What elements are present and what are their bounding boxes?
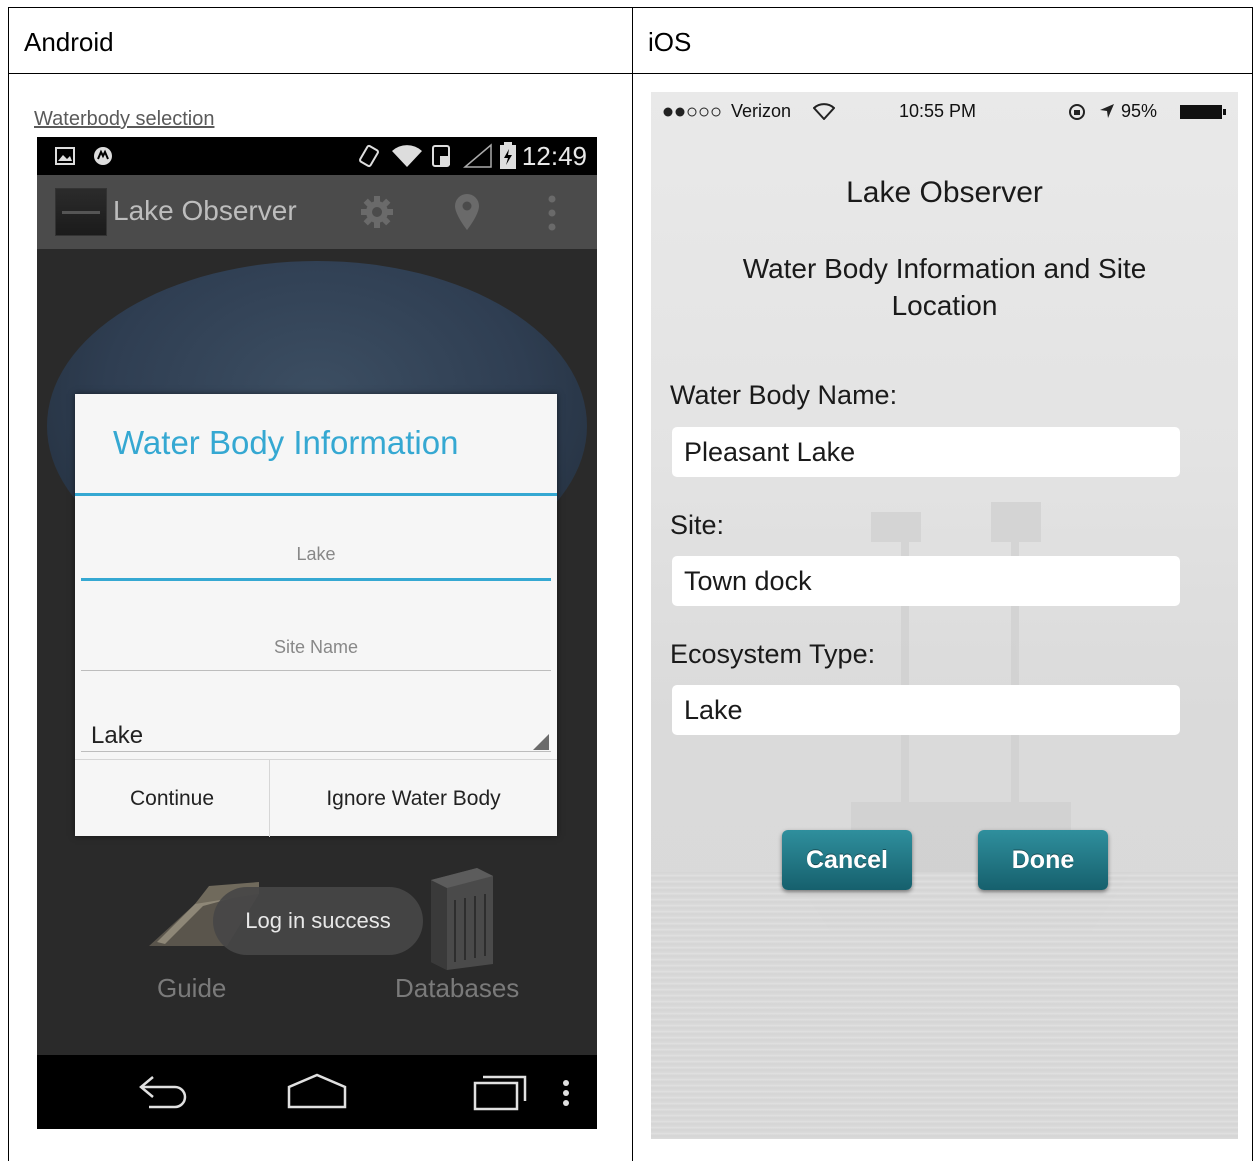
water-body-name-label: Water Body Name:	[670, 380, 898, 410]
table-border-middle	[632, 7, 633, 1161]
cancel-button[interactable]: Cancel	[782, 830, 912, 890]
ecosystem-type-label: Ecosystem Type:	[670, 639, 876, 669]
ios-battery-percent: 95%	[1121, 101, 1158, 121]
site-label: Site:	[670, 510, 725, 540]
rotation-lock-icon	[1069, 104, 1085, 120]
android-caption[interactable]: Waterbody selection	[34, 108, 214, 131]
android-status-bar: 12:49	[37, 137, 597, 175]
server-icon[interactable]	[425, 866, 495, 971]
ios-screen: Verizon 10:55 PM 95% Lake Observer Water…	[651, 92, 1238, 1139]
water-body-name-input[interactable]: Pleasant Lake	[672, 427, 1180, 477]
ios-status-bar: Verizon 10:55 PM 95%	[651, 92, 1238, 132]
home-icon[interactable]	[287, 1073, 347, 1111]
ios-app-title: Lake Observer	[846, 176, 1043, 209]
toast-message: Log in success	[213, 887, 423, 955]
ignore-water-body-button[interactable]: Ignore Water Body	[270, 760, 557, 837]
image-notification-icon	[55, 147, 75, 165]
android-screen: 12:49 Lake Observer Water Body Informati…	[37, 137, 597, 1129]
moto-notification-icon	[94, 147, 112, 165]
overflow-menu-icon[interactable]	[548, 195, 556, 231]
dialog-button-row: Continue Ignore Water Body	[75, 759, 557, 837]
table-border-left	[8, 7, 9, 1161]
site-name-input[interactable]: Site Name	[81, 637, 551, 658]
android-content: Water Body Information Lake Site Name La…	[37, 249, 597, 1055]
back-icon[interactable]	[137, 1073, 189, 1109]
android-app-title: Lake Observer	[113, 195, 297, 226]
android-action-bar: Lake Observer	[37, 175, 597, 249]
header-ios: iOS	[648, 27, 692, 57]
dialog-title-divider	[75, 493, 557, 496]
gear-icon[interactable]	[360, 195, 394, 229]
recents-icon[interactable]	[473, 1071, 529, 1111]
guide-label[interactable]: Guide	[157, 973, 226, 1004]
ecosystem-spinner-underline	[81, 751, 551, 752]
databases-label[interactable]: Databases	[395, 973, 519, 1004]
location-pin-icon[interactable]	[453, 193, 481, 231]
continue-button[interactable]: Continue	[75, 760, 269, 837]
signal-dots-icon	[663, 107, 721, 117]
ios-battery-icon	[1180, 105, 1226, 119]
lake-input-underline	[81, 578, 551, 581]
ecosystem-type-input[interactable]: Lake	[672, 685, 1180, 735]
water-body-dialog: Water Body Information Lake Site Name La…	[75, 394, 557, 837]
done-button[interactable]: Done	[978, 830, 1108, 890]
dialog-title: Water Body Information	[113, 424, 459, 461]
table-border-top	[8, 7, 1253, 8]
android-nav-bar	[37, 1055, 597, 1129]
battery-icon	[500, 142, 516, 169]
header-android: Android	[24, 27, 114, 57]
site-input[interactable]: Town dock	[672, 556, 1180, 606]
signal-icon	[463, 143, 492, 168]
lake-input[interactable]: Lake	[81, 544, 551, 565]
water-background	[651, 872, 1238, 1139]
ios-time: 10:55 PM	[899, 101, 977, 121]
nav-overflow-icon[interactable]	[562, 1079, 570, 1107]
vibrate-icon	[359, 144, 379, 168]
wifi-icon	[392, 145, 422, 167]
site-input-underline	[81, 670, 551, 671]
android-status-time: 12:49	[521, 141, 587, 171]
spinner-triangle-icon	[533, 734, 549, 750]
app-logo-icon[interactable]	[55, 188, 107, 236]
ios-carrier: Verizon	[731, 101, 792, 121]
ios-subtitle: Water Body Information and Site Location	[742, 253, 1147, 321]
sim-icon	[432, 145, 450, 167]
ecosystem-spinner[interactable]: Lake	[91, 722, 143, 750]
ios-wifi-icon	[813, 103, 835, 120]
table-border-header	[8, 73, 1253, 74]
location-arrow-icon	[1100, 104, 1114, 118]
